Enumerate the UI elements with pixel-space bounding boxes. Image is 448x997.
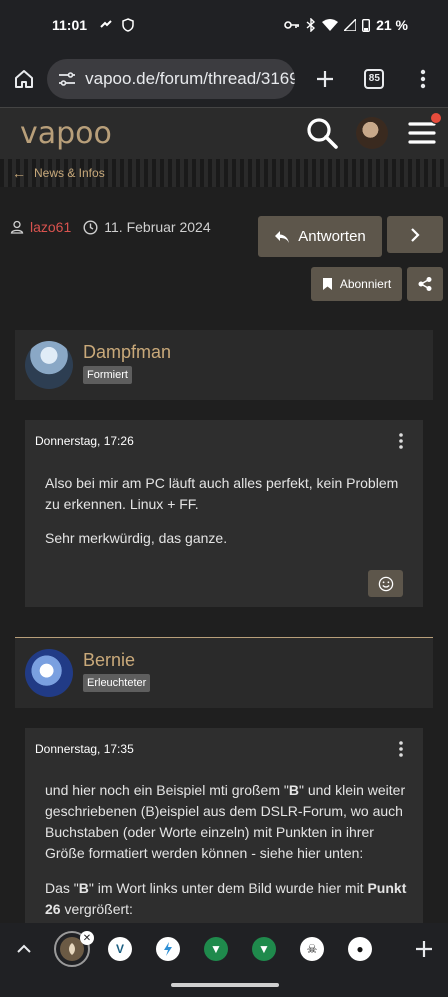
breadcrumb-label: News & Infos [34, 166, 105, 180]
globe-favicon-icon: ● [348, 937, 372, 961]
notification-badge [430, 112, 442, 124]
post-username[interactable]: Dampfman [83, 342, 171, 363]
signal-icon [344, 19, 357, 31]
post-paragraph: Das "B" im Wort links unter dem Bild wur… [45, 880, 407, 917]
tab-count: 85 [364, 68, 385, 89]
post-message: Donnerstag, 17:26 Also bei mir am PC läu… [25, 420, 423, 607]
tab-skull[interactable]: ☠ [288, 925, 336, 973]
post-message: Donnerstag, 17:35 und hier noch ein Beis… [25, 728, 423, 923]
address-bar[interactable]: vapoo.de/forum/thread/3169 [47, 58, 295, 99]
tab-globe[interactable]: ● [336, 925, 384, 973]
shield-favicon-icon: ▼ [204, 937, 228, 961]
post-paragraph: und hier noch ein Beispiel mti großem "B… [45, 782, 406, 861]
system-nav-bar [0, 975, 448, 997]
bluetooth-icon [306, 18, 316, 32]
wifi-icon [322, 19, 339, 31]
battery-icon [362, 19, 371, 32]
key-icon [284, 21, 300, 29]
tab-shield-1[interactable]: ▼ [192, 925, 240, 973]
status-right-icons: 21 % [284, 17, 408, 33]
more-vert-icon [421, 69, 426, 88]
url-text: vapoo.de/forum/thread/3169 [85, 68, 295, 88]
avatar[interactable] [25, 341, 73, 389]
battery-level: 21 % [376, 17, 408, 33]
reply-button[interactable]: Antworten [258, 216, 382, 257]
browser-menu-button[interactable] [399, 55, 448, 103]
clock: 11:01 [52, 17, 88, 33]
bookmark-icon [322, 278, 332, 290]
shield-favicon-icon: ▼ [252, 937, 276, 961]
user-avatar[interactable] [356, 117, 388, 149]
tab-v[interactable]: V [96, 925, 144, 973]
tab-strip: ✕ V ▼ ▼ ☠ ● [0, 923, 448, 975]
tab-switcher-button[interactable]: 85 [350, 55, 399, 103]
plus-icon [317, 70, 334, 87]
close-tab-icon[interactable]: ✕ [80, 931, 94, 945]
post-author-card: Dampfman Formiert [15, 330, 433, 400]
v-favicon-icon: V [108, 937, 132, 961]
browser-toolbar: vapoo.de/forum/thread/3169 85 [0, 50, 448, 107]
share-button[interactable] [407, 267, 443, 301]
thread-date: 11. Februar 2024 [104, 219, 211, 235]
next-button[interactable] [387, 216, 443, 253]
tab-shield-2[interactable]: ▼ [240, 925, 288, 973]
site-header: vapoo [0, 107, 448, 159]
user-icon [10, 220, 24, 234]
post-username[interactable]: Bernie [83, 650, 135, 671]
skull-favicon-icon: ☠ [300, 937, 324, 961]
new-tab-button[interactable] [301, 55, 350, 103]
home-button[interactable] [0, 55, 47, 103]
subscribe-label: Abonniert [339, 277, 392, 291]
shield-icon [122, 18, 134, 32]
user-rank-badge: Formiert [83, 366, 132, 384]
chevron-up-icon [17, 944, 31, 953]
user-rank-badge: Erleuchteter [83, 674, 151, 692]
post-date[interactable]: Donnerstag, 17:26 [35, 434, 134, 448]
post-author-card: Bernie Erleuchteter [15, 638, 433, 708]
post-paragraph: Also bei mir am PC läuft auch alles perf… [45, 475, 399, 512]
status-left-icons [99, 18, 135, 32]
breadcrumb[interactable]: ← News & Infos [0, 159, 448, 187]
reply-icon [275, 230, 290, 243]
clock-icon [83, 219, 98, 235]
chevron-right-icon [411, 227, 420, 242]
reaction-button[interactable] [368, 570, 403, 597]
status-bar: 11:01 21 % [0, 0, 448, 50]
search-icon[interactable] [305, 116, 339, 150]
site-settings-icon[interactable] [57, 69, 77, 89]
home-gesture-handle[interactable] [171, 983, 279, 987]
add-tab-button[interactable] [400, 940, 448, 958]
hamburger-menu-icon[interactable] [408, 120, 436, 146]
arrow-left-icon: ← [12, 165, 26, 181]
tab-vapoo[interactable]: ✕ [48, 925, 96, 973]
home-icon [14, 69, 33, 88]
subscribe-button[interactable]: Abonniert [311, 267, 402, 301]
tab-bolt[interactable] [144, 925, 192, 973]
notification-icon [100, 20, 112, 28]
thread-author[interactable]: lazo61 [30, 219, 71, 235]
plus-icon [416, 941, 432, 957]
bolt-favicon-icon [156, 937, 180, 961]
reply-label: Antworten [298, 228, 366, 245]
more-vert-icon[interactable] [393, 432, 409, 450]
avatar[interactable] [25, 649, 73, 697]
post-date[interactable]: Donnerstag, 17:35 [35, 742, 134, 756]
thread-meta: lazo61 11. Februar 2024 [10, 219, 211, 235]
site-logo[interactable]: vapoo [20, 116, 112, 151]
share-icon [418, 277, 432, 291]
smiley-icon [378, 576, 393, 591]
expand-tabs-button[interactable] [0, 944, 48, 954]
post-paragraph: Sehr merkwürdig, das ganze. [45, 530, 228, 546]
more-vert-icon[interactable] [393, 740, 409, 758]
